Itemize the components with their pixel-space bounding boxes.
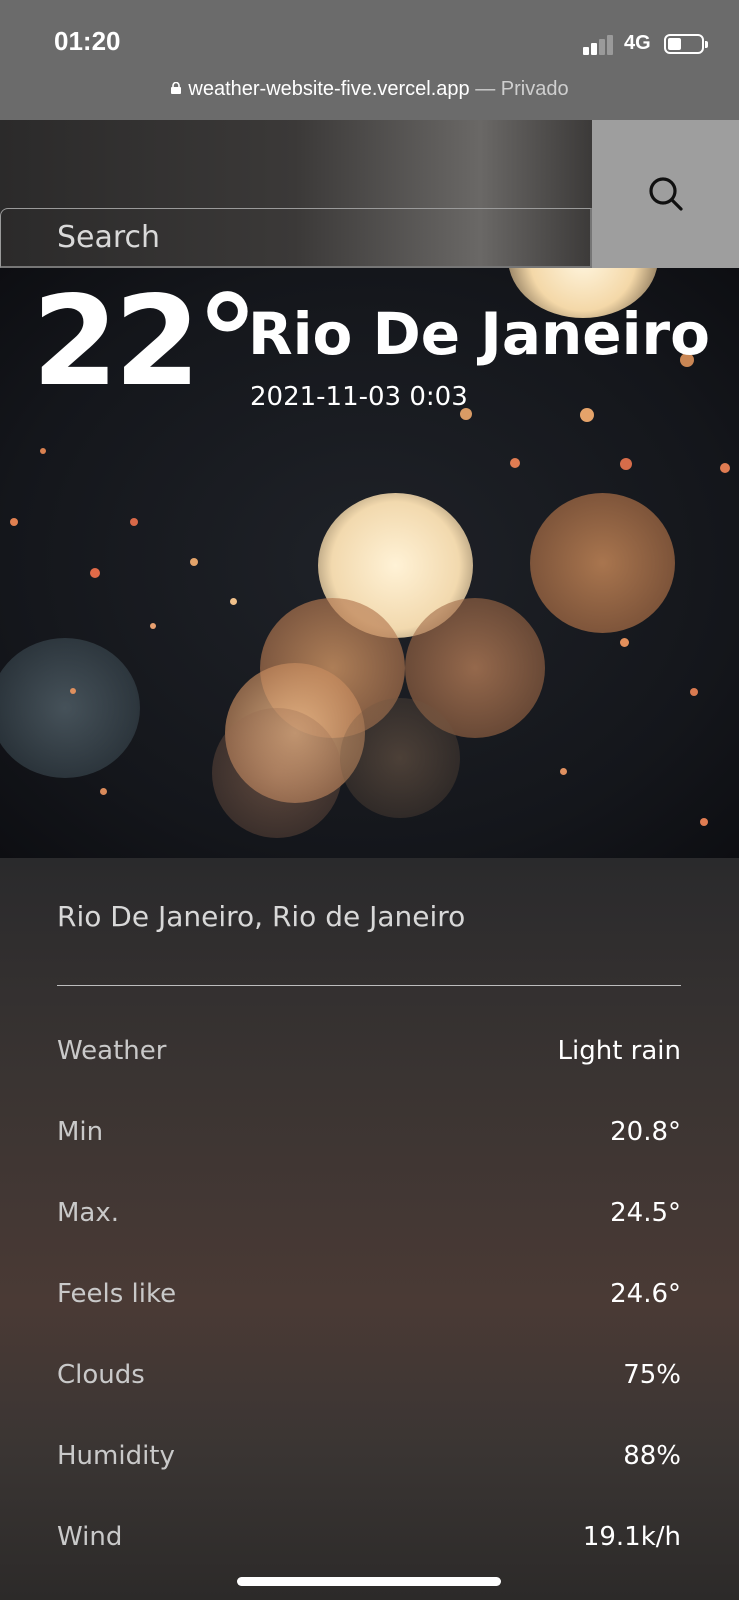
detail-value: 75% (623, 1360, 681, 1390)
detail-value: 24.6° (610, 1279, 681, 1309)
detail-value: 19.1k/h (582, 1522, 681, 1552)
detail-label: Clouds (57, 1360, 145, 1390)
status-time: 01:20 (54, 26, 121, 56)
detail-label: Weather (57, 1036, 167, 1066)
search-button[interactable] (592, 120, 739, 268)
url-domain: weather-website-five.vercel.app (188, 78, 470, 100)
local-datetime: 2021-11-03 0:03 (250, 382, 468, 412)
detail-row-weather: Weather Light rain (57, 1036, 681, 1076)
url-bar[interactable]: weather-website-five.vercel.app — Privad… (0, 78, 739, 101)
detail-label: Wind (57, 1522, 123, 1552)
detail-row-clouds: Clouds 75% (57, 1360, 681, 1400)
search-input[interactable] (0, 208, 592, 268)
lock-icon (171, 81, 182, 94)
detail-label: Feels like (57, 1279, 177, 1309)
search-icon (648, 177, 683, 211)
network-type: 4G (624, 32, 651, 54)
browser-top-bar: 01:20 4G weather-website-five.vercel.app… (0, 0, 739, 120)
home-indicator[interactable] (237, 1577, 501, 1586)
detail-label: Max. (57, 1198, 120, 1228)
detail-value: 20.8° (610, 1117, 681, 1147)
detail-value: 24.5° (610, 1198, 681, 1228)
divider (57, 985, 681, 986)
detail-row-humidity: Humidity 88% (57, 1441, 681, 1481)
detail-value: 88% (623, 1441, 681, 1471)
battery-icon (664, 34, 708, 54)
url-private-label: — Privado (475, 78, 569, 100)
detail-row-max: Max. 24.5° (57, 1198, 681, 1238)
cellular-signal-icon (583, 33, 615, 55)
location-full-name: Rio De Janeiro, Rio de Janeiro (57, 900, 466, 933)
detail-row-feels-like: Feels like 24.6° (57, 1279, 681, 1319)
detail-row-min: Min 20.8° (57, 1117, 681, 1157)
detail-label: Min (57, 1117, 104, 1147)
detail-label: Humidity (57, 1441, 175, 1471)
current-temperature: 22° (32, 270, 259, 414)
detail-value: Light rain (557, 1036, 681, 1066)
detail-row-wind: Wind 19.1k/h (57, 1522, 681, 1562)
city-name: Rio De Janeiro (248, 300, 710, 368)
